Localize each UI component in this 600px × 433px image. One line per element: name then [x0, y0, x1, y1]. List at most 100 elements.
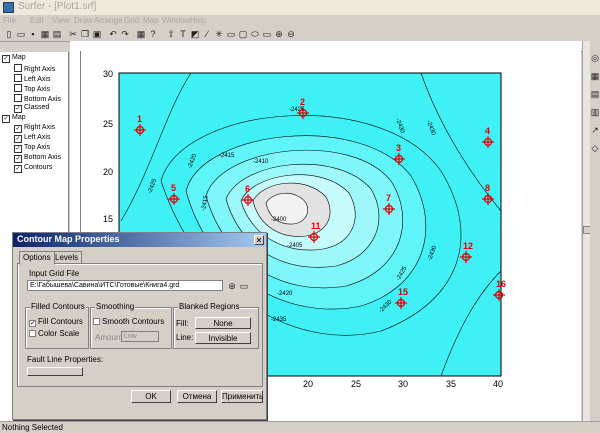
checkbox-icon[interactable]	[14, 84, 22, 92]
checkbox-icon[interactable]	[14, 94, 22, 102]
tab-options[interactable]: Options	[19, 251, 55, 265]
close-icon[interactable]: ✕	[254, 235, 264, 245]
new-icon[interactable]: ▯	[4, 29, 14, 39]
paste-icon[interactable]: ▣	[92, 29, 102, 39]
checkbox-icon[interactable]: ✓	[14, 135, 22, 143]
copy-icon[interactable]: ❐	[80, 29, 90, 39]
app-icon	[3, 2, 14, 13]
menu-draw[interactable]: Draw	[74, 16, 93, 25]
menu-map[interactable]: Map	[143, 16, 159, 25]
tree-item-contours[interactable]: ✓ Contours	[14, 164, 52, 173]
fault-line-label: Fault Line Properties:	[27, 355, 104, 364]
menu-help[interactable]: Help	[190, 16, 206, 25]
help-pointer-icon[interactable]: ?	[148, 29, 158, 39]
tree-item-top-axis-2[interactable]: ✓ Top Axis	[14, 144, 50, 153]
filled-contours-label: Filled Contours	[30, 302, 86, 311]
checkbox-icon[interactable]	[93, 318, 100, 325]
cut-icon[interactable]: ✂	[68, 29, 78, 39]
zoom-out-icon[interactable]: ⊖	[286, 29, 296, 39]
x-tick-label: 20	[303, 379, 313, 389]
save-icon[interactable]: ▪	[28, 29, 38, 39]
image-map-icon[interactable]: ▥	[590, 107, 600, 117]
x-tick-label: 40	[493, 379, 503, 389]
post-map-icon[interactable]: ▤	[590, 89, 600, 99]
print-icon[interactable]: ▤	[52, 29, 62, 39]
vector-map-icon[interactable]: ↗	[590, 125, 600, 135]
cancel-button[interactable]: Отмена	[177, 390, 217, 403]
polygon-tool-icon[interactable]: ◩	[190, 29, 200, 39]
grid-info-icon[interactable]: ⊛	[227, 281, 237, 291]
menu-view[interactable]: View	[52, 16, 69, 25]
rounded-rect-tool-icon[interactable]: ▢	[238, 29, 248, 39]
menu-edit[interactable]: Edit	[30, 16, 44, 25]
dialog-title-bar: Contour Map Properties ✕	[13, 233, 266, 247]
open-icon[interactable]: ▭	[16, 29, 26, 39]
contour-map-icon[interactable]: ◎	[590, 53, 600, 63]
tree-item-map-1[interactable]: ✓ Map	[2, 54, 26, 63]
y-tick-label: 25	[103, 119, 113, 129]
symbol-tool-icon[interactable]: ✳	[214, 29, 224, 39]
color-scale-checkbox[interactable]: Color Scale	[29, 329, 79, 338]
tree-item-right-axis-2[interactable]: ✓ Right Axis	[14, 124, 55, 133]
menu-grid[interactable]: Grid	[124, 16, 139, 25]
menu-file[interactable]: File	[3, 16, 16, 25]
checkbox-icon[interactable]: ✓	[14, 155, 22, 163]
base-map-icon[interactable]: ▦	[590, 71, 600, 81]
x-tick-label: 25	[351, 379, 361, 389]
zoom-in-icon[interactable]: ⊕	[274, 29, 284, 39]
status-text: Nothing Selected	[2, 423, 63, 432]
checkbox-icon[interactable]: ✓	[14, 165, 22, 173]
tree-item-map-2[interactable]: ✓ Map	[2, 114, 26, 123]
tree-item-bottom-axis-2[interactable]: ✓ Bottom Axis	[14, 154, 61, 163]
checkbox-icon[interactable]	[29, 330, 36, 337]
checkbox-icon[interactable]: ✓	[2, 115, 10, 123]
well-point-label: 5	[171, 183, 176, 193]
open-folder-icon[interactable]: ▭	[239, 281, 249, 291]
checkbox-icon[interactable]: ✓	[14, 145, 22, 153]
checkbox-icon[interactable]: ✓	[29, 320, 36, 327]
polyline-tool-icon[interactable]: ∕	[202, 29, 212, 39]
well-point-label: 1	[137, 114, 142, 124]
checkbox-icon[interactable]: ✓	[14, 125, 22, 133]
tree-item-classed[interactable]: ✓ Classed	[14, 104, 49, 113]
blank-fill-button[interactable]: None	[195, 317, 251, 329]
text-tool-icon[interactable]: T	[178, 29, 188, 39]
tree-item-top-axis-1[interactable]: Top Axis	[14, 84, 50, 93]
y-tick-label: 30	[103, 69, 113, 79]
checkbox-icon[interactable]	[14, 64, 22, 72]
apply-button[interactable]: Применить	[221, 390, 263, 403]
tree-item-left-axis-1[interactable]: Left Axis	[14, 74, 50, 83]
fill-label: Fill:	[176, 319, 189, 328]
contour-label: -2435	[271, 317, 287, 323]
undo-icon[interactable]: ↶	[108, 29, 118, 39]
tree-item-bottom-axis-1[interactable]: Bottom Axis	[14, 94, 61, 103]
ellipse-tool-icon[interactable]: ⬭	[250, 29, 260, 39]
menu-arrange[interactable]: Arrange	[94, 16, 122, 25]
smooth-contours-checkbox[interactable]: Smooth Contours	[93, 317, 164, 326]
contour-label: -2405	[287, 243, 303, 249]
blank-line-button[interactable]: Invisible	[195, 332, 251, 344]
checkbox-icon[interactable]	[14, 74, 22, 82]
well-point-label: 2	[300, 97, 305, 107]
select-arrow-icon[interactable]: ⇧	[166, 29, 176, 39]
rectangle-tool-icon[interactable]: ▭	[226, 29, 236, 39]
object-manager-icon[interactable]: ▦	[136, 29, 146, 39]
smoothing-label: Smoothing	[95, 302, 136, 311]
contour-label: -2400	[271, 217, 287, 223]
title-bar: Surfer - [Plot1.srf]	[0, 0, 600, 15]
checkbox-icon[interactable]: ✓	[2, 55, 10, 63]
zoom-rect-icon[interactable]: ▭	[262, 29, 272, 39]
menu-window[interactable]: Window	[162, 16, 190, 25]
input-grid-path-field[interactable]: E:\Габышева\Савина\ИТС\Готовые\Книга4.gr…	[27, 280, 223, 291]
tree-item-right-axis-1[interactable]: Right Axis	[14, 64, 55, 73]
checkbox-icon[interactable]: ✓	[14, 105, 22, 113]
ok-button[interactable]: OK	[131, 390, 171, 403]
surface-icon[interactable]: ◇	[590, 143, 600, 153]
fault-line-button[interactable]	[27, 367, 83, 376]
worksheet-icon[interactable]: ▦	[40, 29, 50, 39]
fill-contours-checkbox[interactable]: ✓ Fill Contours	[29, 317, 83, 327]
amount-select[interactable]: Low	[121, 331, 159, 342]
window-title: Surfer - [Plot1.srf]	[18, 1, 97, 12]
redo-icon[interactable]: ↷	[120, 29, 130, 39]
tree-item-left-axis-2[interactable]: ✓ Left Axis	[14, 134, 50, 143]
